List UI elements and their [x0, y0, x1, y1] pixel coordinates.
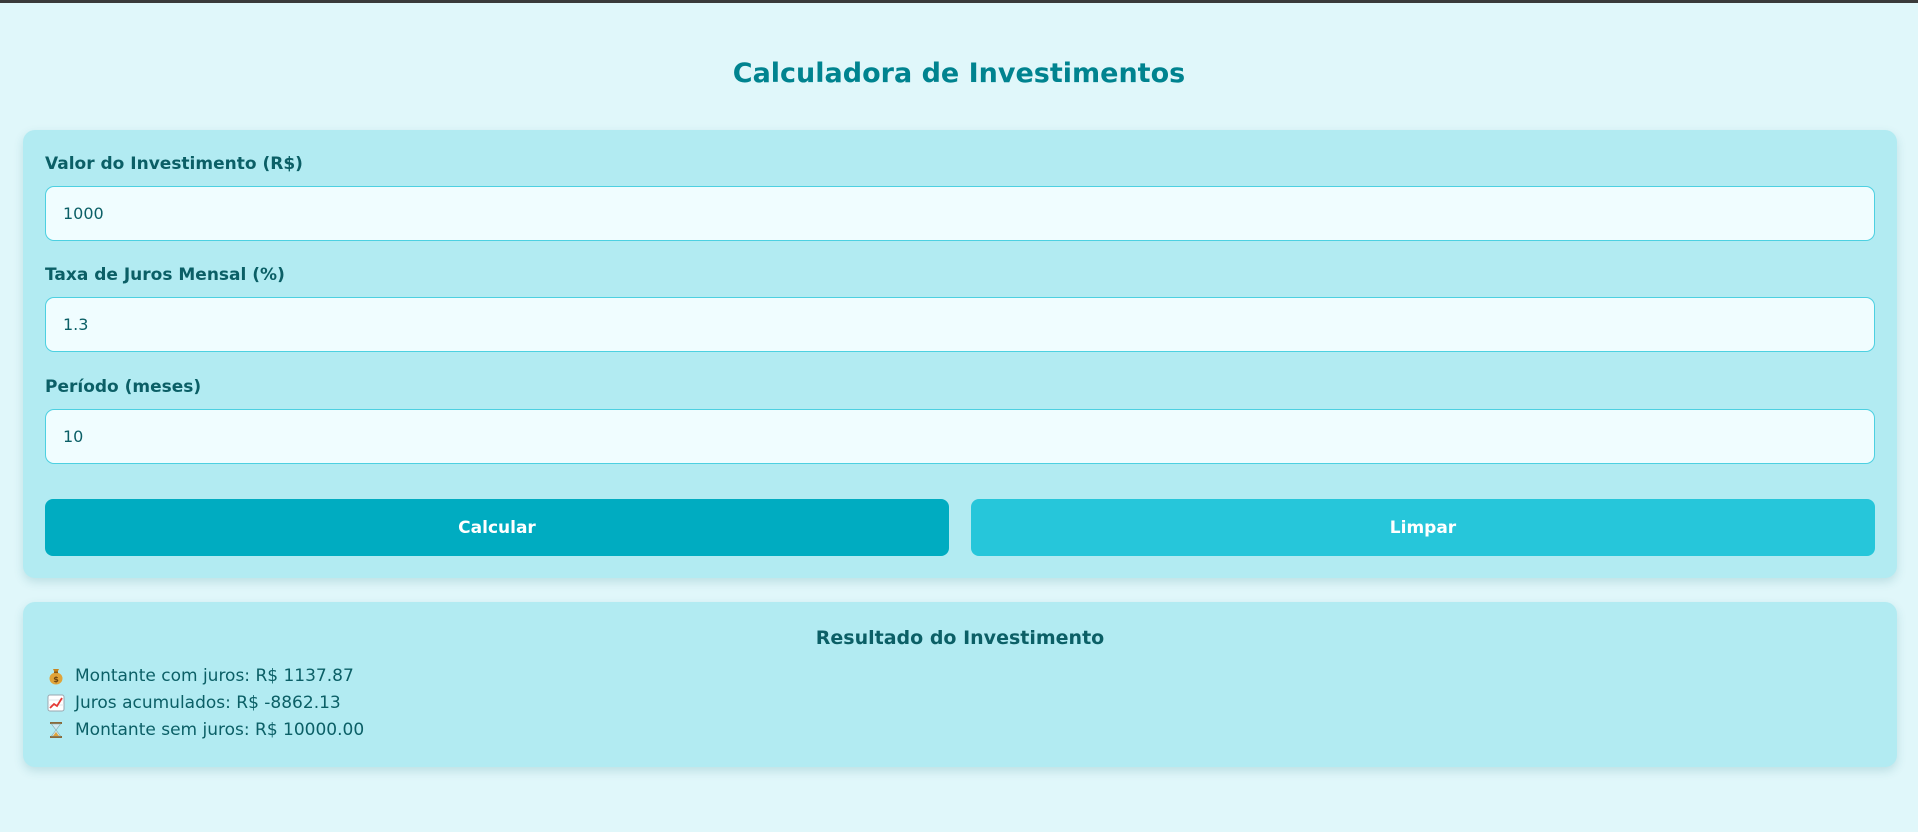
result-title: Resultado do Investimento: [815, 627, 1105, 649]
svg-text:$: $: [53, 675, 59, 684]
top-border: [0, 0, 1918, 3]
result-line-text: Montante com juros: R$ 1137.87: [75, 666, 354, 686]
chart-increasing-icon: [47, 694, 65, 712]
rate-input[interactable]: [45, 297, 1875, 352]
investment-input[interactable]: [45, 186, 1875, 241]
money-bag-icon: $: [49, 669, 63, 685]
result-panel: Resultado do Investimento $ Montante com…: [23, 602, 1897, 767]
period-input[interactable]: [45, 409, 1875, 464]
investment-form: Valor do Investimento (R$) Taxa de Juros…: [23, 130, 1897, 578]
calculate-button[interactable]: Calcular: [45, 499, 949, 556]
result-line-text: Juros acumulados: R$ -8862.13: [75, 693, 341, 713]
investment-label: Valor do Investimento (R$): [45, 154, 303, 174]
result-line-interest: Juros acumulados: R$ -8862.13: [47, 693, 341, 713]
period-label: Período (meses): [45, 377, 202, 397]
clear-button[interactable]: Limpar: [971, 499, 1875, 556]
page-title: Calculadora de Investimentos: [732, 58, 1186, 89]
result-line-with-interest: $ Montante com juros: R$ 1137.87: [47, 666, 354, 686]
result-line-text: Montante sem juros: R$ 10000.00: [75, 720, 365, 740]
rate-label: Taxa de Juros Mensal (%): [45, 265, 285, 285]
result-line-without-interest: Montante sem juros: R$ 10000.00: [47, 720, 364, 740]
hourglass-icon: [50, 722, 62, 738]
